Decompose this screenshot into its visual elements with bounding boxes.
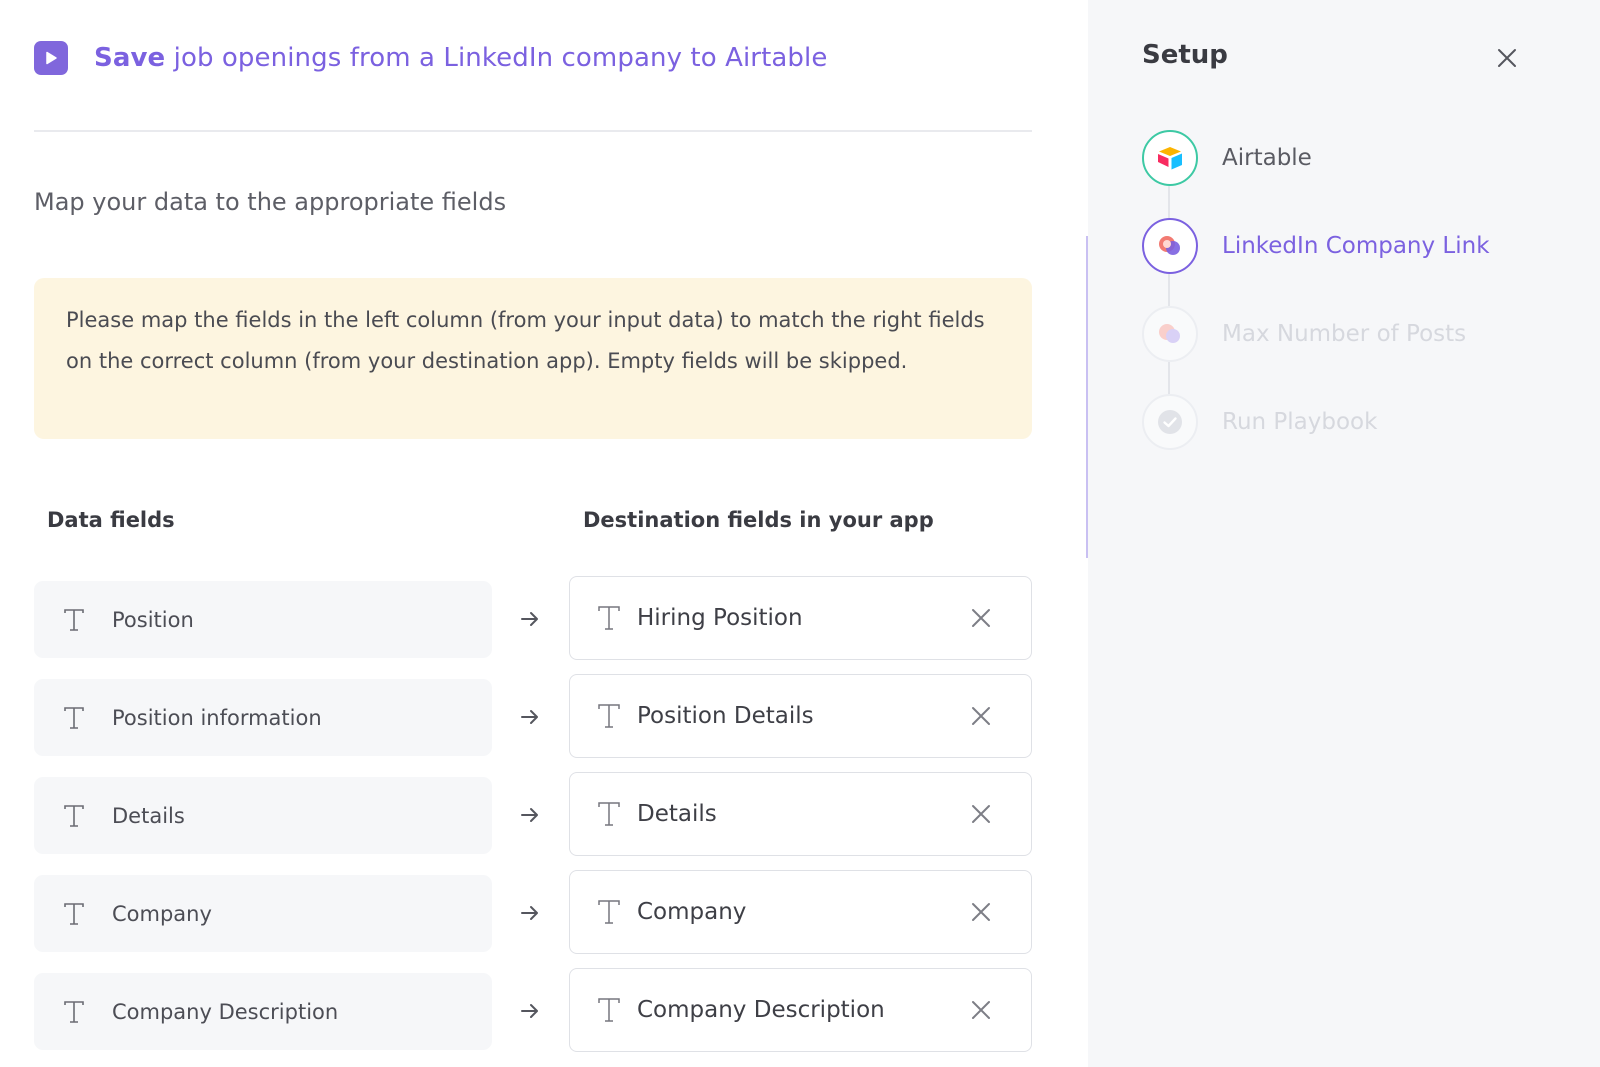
mapping-row: Position information Position Details (34, 674, 1032, 772)
play-icon[interactable] (34, 41, 68, 75)
clear-field-icon[interactable] (969, 900, 993, 924)
playbook-title-row: Save job openings from a LinkedIn compan… (34, 38, 827, 78)
setup-title: Setup (1142, 40, 1228, 70)
setup-sidebar: Setup Airtable LinkedIn Company Link Max… (1088, 0, 1600, 1067)
step-connector (1168, 362, 1170, 394)
check-circle-icon (1142, 394, 1198, 450)
posts-icon (1142, 306, 1198, 362)
source-field-label: Company Description (112, 999, 339, 1024)
step-connector (1168, 186, 1170, 218)
setup-step-linkedin-company-link[interactable]: LinkedIn Company Link (1142, 218, 1490, 274)
mapping-row: Position Hiring Position (34, 576, 1032, 674)
source-field-label: Position information (112, 705, 322, 730)
mapping-row: Company Description Company Description (34, 968, 1032, 1066)
field-mapping-list: Position Hiring Position Position inform… (34, 576, 1032, 1066)
arrow-right-icon (521, 710, 538, 724)
arrow-right-icon (521, 906, 538, 920)
setup-step-label: Max Number of Posts (1222, 321, 1467, 347)
source-field: Details (34, 777, 492, 854)
text-type-icon (596, 997, 622, 1023)
source-field: Position (34, 581, 492, 658)
clear-field-icon[interactable] (969, 606, 993, 630)
close-icon[interactable] (1494, 45, 1520, 71)
text-type-icon (596, 899, 622, 925)
airtable-icon (1142, 130, 1198, 186)
destination-field-label: Hiring Position (637, 605, 803, 631)
mapping-row: Company Company (34, 870, 1032, 968)
text-type-icon (596, 703, 622, 729)
text-type-icon (62, 706, 86, 730)
mapping-row: Details Details (34, 772, 1032, 870)
text-type-icon (62, 804, 86, 828)
destination-field-label: Company (637, 899, 747, 925)
clear-field-icon[interactable] (969, 704, 993, 728)
main-panel: Save job openings from a LinkedIn compan… (0, 0, 1088, 1067)
linkedin-company-icon (1142, 218, 1198, 274)
setup-step-label: Run Playbook (1222, 409, 1378, 435)
divider (34, 130, 1032, 132)
source-field-label: Company (112, 901, 212, 926)
text-type-icon (62, 608, 86, 632)
destination-field[interactable]: Details (569, 772, 1032, 856)
clear-field-icon[interactable] (969, 998, 993, 1022)
arrow-right-icon (521, 612, 538, 626)
source-field-label: Details (112, 803, 185, 828)
setup-step-max-number-of-posts: Max Number of Posts (1142, 306, 1466, 362)
step-connector (1168, 274, 1170, 306)
destination-field-label: Company Description (637, 997, 885, 1023)
destination-field[interactable]: Company Description (569, 968, 1032, 1052)
source-field: Company Description (34, 973, 492, 1050)
playbook-title-rest: job openings from a LinkedIn company to … (165, 43, 828, 73)
destination-fields-header: Destination fields in your app (583, 508, 934, 532)
destination-field-label: Details (637, 801, 717, 827)
destination-field-label: Position Details (637, 703, 814, 729)
playbook-title: Save job openings from a LinkedIn compan… (94, 43, 827, 73)
source-field: Position information (34, 679, 492, 756)
text-type-icon (596, 605, 622, 631)
destination-field[interactable]: Position Details (569, 674, 1032, 758)
playbook-title-strong: Save (94, 43, 166, 73)
setup-step-airtable[interactable]: Airtable (1142, 130, 1312, 186)
setup-step-label: Airtable (1222, 145, 1312, 171)
text-type-icon (596, 801, 622, 827)
data-fields-header: Data fields (47, 508, 175, 532)
section-title: Map your data to the appropriate fields (34, 188, 507, 216)
clear-field-icon[interactable] (969, 802, 993, 826)
info-notice: Please map the fields in the left column… (34, 278, 1032, 439)
text-type-icon (62, 902, 86, 926)
setup-step-run-playbook: Run Playbook (1142, 394, 1377, 450)
text-type-icon (62, 1000, 86, 1024)
source-field-label: Position (112, 607, 194, 632)
arrow-right-icon (521, 1004, 538, 1018)
destination-field[interactable]: Hiring Position (569, 576, 1032, 660)
setup-step-label: LinkedIn Company Link (1222, 233, 1490, 259)
destination-field[interactable]: Company (569, 870, 1032, 954)
arrow-right-icon (521, 808, 538, 822)
source-field: Company (34, 875, 492, 952)
